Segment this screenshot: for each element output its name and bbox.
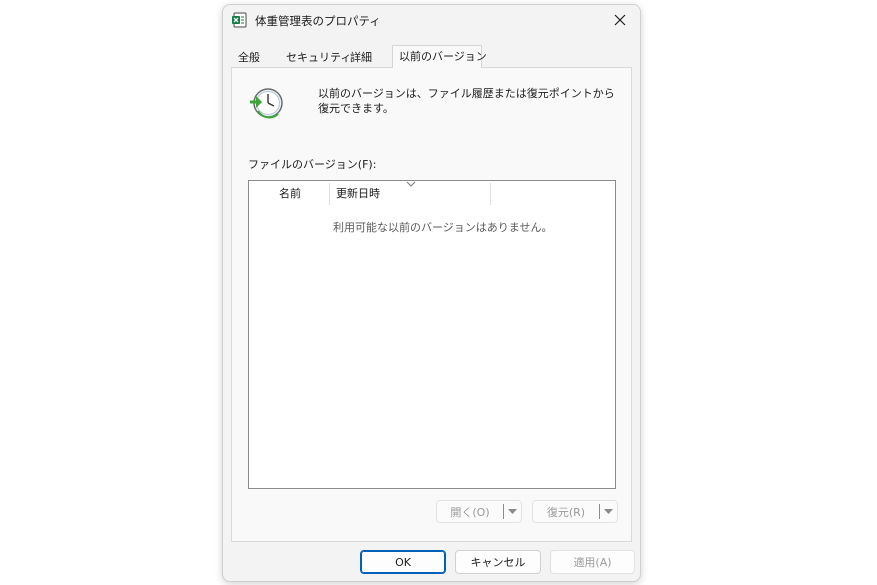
close-button[interactable]: [600, 5, 640, 35]
open-dropdown-button[interactable]: [504, 508, 521, 515]
column-separator[interactable]: [329, 183, 330, 205]
versions-list[interactable]: 名前 更新日時 利用可能な以前のバージョンはありません。: [248, 180, 616, 489]
empty-list-message: 利用可能な以前のバージョンはありません。: [333, 221, 553, 234]
column-separator[interactable]: [490, 183, 491, 205]
column-header-modified[interactable]: 更新日時: [336, 181, 380, 207]
tab-general[interactable]: 全般: [238, 48, 260, 67]
restore-clock-icon: [250, 88, 283, 119]
open-button[interactable]: 開く(O): [437, 504, 503, 520]
dropdown-triangle-icon: [604, 508, 613, 514]
column-header-name[interactable]: 名前: [279, 181, 301, 207]
close-icon: [614, 14, 626, 26]
file-versions-label: ファイルのバージョン(F):: [248, 158, 377, 171]
excel-file-icon: [232, 12, 247, 28]
open-split-button[interactable]: 開く(O): [436, 500, 522, 523]
tab-security[interactable]: セキュリティ: [286, 48, 351, 67]
ok-button[interactable]: OK: [360, 550, 446, 574]
tab-details[interactable]: 詳細: [350, 48, 372, 67]
title-bar[interactable]: 体重管理表のプロパティ: [223, 5, 640, 35]
properties-dialog: 体重管理表のプロパティ 全般 セキュリティ 詳細 以前のバージョン 以前のバージ…: [222, 4, 641, 582]
restore-button[interactable]: 復元(R): [533, 504, 599, 520]
window-title: 体重管理表のプロパティ: [255, 14, 381, 28]
restore-dropdown-button[interactable]: [600, 508, 617, 515]
dropdown-triangle-icon: [508, 508, 517, 514]
restore-split-button[interactable]: 復元(R): [532, 500, 618, 523]
sort-chevron-icon: [406, 181, 416, 187]
apply-button[interactable]: 適用(A): [550, 550, 635, 574]
tab-previous-versions[interactable]: 以前のバージョン: [392, 45, 487, 68]
cancel-button[interactable]: キャンセル: [455, 550, 541, 574]
info-text: 以前のバージョンは、ファイル履歴または復元ポイントから復元できます。: [318, 87, 615, 115]
previous-versions-panel: 以前のバージョンは、ファイル履歴または復元ポイントから復元できます。 ファイルの…: [231, 67, 632, 542]
